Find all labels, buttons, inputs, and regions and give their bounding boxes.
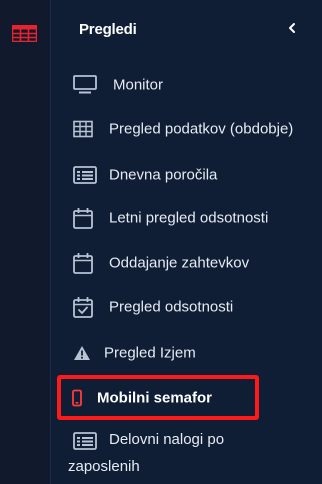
menu-item-label: Pregled podatkov (obdobje) xyxy=(109,120,294,138)
menu-item-monitor[interactable]: Monitor xyxy=(51,65,322,105)
menu-item-dnevna-porocila[interactable]: Dnevna poročila xyxy=(51,155,322,195)
panel-title: Pregledi xyxy=(79,21,137,38)
table-grid-icon[interactable] xyxy=(12,25,37,42)
calendar-icon xyxy=(73,253,93,274)
monitor-icon xyxy=(73,75,97,94)
list-icon xyxy=(73,166,97,184)
chevron-left-icon[interactable] xyxy=(285,20,299,36)
mobile-icon xyxy=(72,389,82,407)
menu-panel: Pregledi Monitor Pregled podatkov (obdob… xyxy=(51,0,322,484)
menu-item-label: Letni pregled odsotnosti xyxy=(109,209,269,227)
warning-icon xyxy=(74,346,90,360)
menu-item-label: Oddajanje zahtevkov xyxy=(109,254,250,272)
calendar-check-icon xyxy=(73,297,93,318)
menu-item-label: Pregled Izjem xyxy=(104,344,196,362)
icon-rail xyxy=(0,0,50,484)
menu-item-mobilni-semafor[interactable]: Mobilni semafor xyxy=(51,378,322,418)
menu-item-pregled-odsotnosti[interactable]: Pregled odsotnosti xyxy=(51,287,322,327)
table-icon xyxy=(73,120,93,138)
menu-item-oddajanje-zahtevkov[interactable]: Oddajanje zahtevkov xyxy=(51,243,322,283)
list-icon xyxy=(73,432,97,450)
menu-item-label: Pregled odsotnosti xyxy=(109,298,234,316)
menu-item-label: Mobilni semafor xyxy=(97,389,213,407)
menu-item-label-line2: zaposlenih xyxy=(68,458,140,475)
calendar-icon xyxy=(73,208,93,229)
menu-item-pregled-izjem[interactable]: Pregled Izjem xyxy=(51,333,322,373)
menu-item-pregled-podatkov[interactable]: Pregled podatkov (obdobje) xyxy=(51,109,322,149)
menu-item-label-line1: Delovni nalogi po xyxy=(109,431,225,448)
menu-item-letni-pregled-odsotnosti[interactable]: Letni pregled odsotnosti xyxy=(51,198,322,238)
menu-item-label: Monitor xyxy=(113,76,164,94)
menu-item-delovni-nalogi[interactable]: Delovni nalogi po zaposlenih xyxy=(51,428,322,484)
menu-item-label: Dnevna poročila xyxy=(109,166,218,184)
